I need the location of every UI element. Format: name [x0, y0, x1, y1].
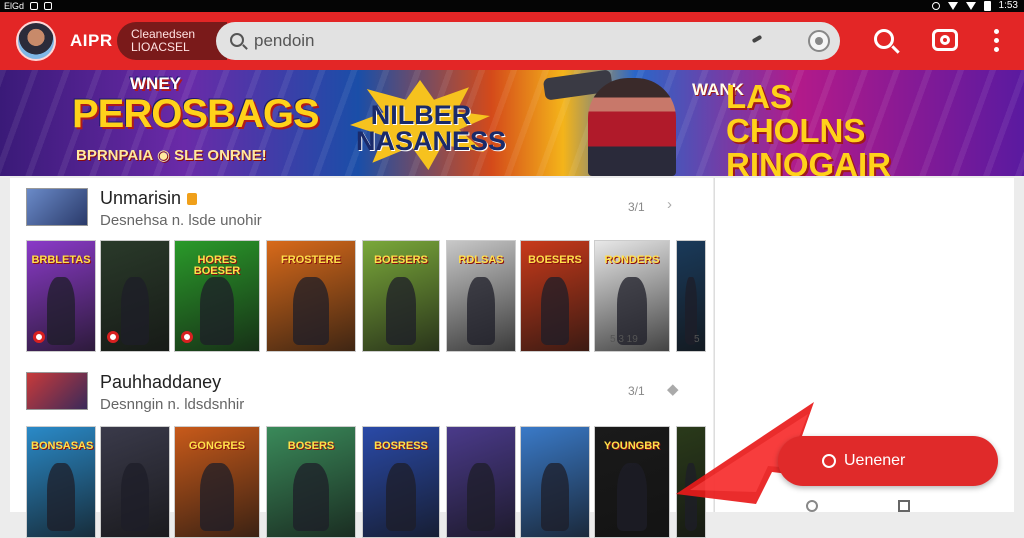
- nav-home-icon[interactable]: [898, 500, 910, 512]
- game-character-art: [293, 462, 329, 531]
- message-icon: [44, 2, 53, 10]
- banner-hero-art: [588, 78, 676, 176]
- game-character-art: [467, 276, 495, 345]
- voice-search-icon[interactable]: [751, 34, 763, 44]
- game-tile-title: FROSTERE: [281, 254, 341, 266]
- status-app-label: ElGd: [4, 1, 25, 11]
- game-character-art: [385, 462, 417, 531]
- chevron-right-icon[interactable]: ◆: [667, 380, 679, 398]
- game-tile-title: BOSRESS: [374, 440, 428, 452]
- game-character-art: [541, 462, 569, 531]
- section-title[interactable]: Unmarisin: [100, 188, 198, 209]
- search-input[interactable]: [254, 30, 734, 52]
- status-time: 1:53: [998, 0, 1018, 11]
- search-icon[interactable]: [874, 29, 894, 49]
- game-character-art: [385, 276, 417, 345]
- game-tile-title: RDLSAS: [458, 254, 504, 266]
- game-tile[interactable]: [100, 240, 170, 352]
- alarm-icon: [931, 2, 940, 10]
- game-tile[interactable]: BOSERS: [266, 426, 356, 538]
- game-tile-title: HORES BOESER: [193, 254, 241, 277]
- game-character-art: [47, 276, 75, 345]
- game-tile-title: YOUNGBR: [603, 440, 661, 452]
- more-vert-icon[interactable]: [994, 29, 1000, 53]
- game-character-art: [617, 462, 647, 531]
- chevron-right-icon[interactable]: ›: [667, 196, 672, 213]
- section-count: 3/1: [628, 200, 645, 214]
- game-tile[interactable]: BRBLETAS: [26, 240, 96, 352]
- banner-left-pre: WNEY: [130, 74, 181, 93]
- floating-button-label: Uenener: [844, 452, 906, 469]
- game-character-art: [200, 462, 234, 531]
- wifi-icon: [947, 2, 958, 10]
- rating-icon: [107, 331, 119, 343]
- game-character-art: [467, 462, 495, 531]
- game-tile[interactable]: YOUNGBR: [594, 426, 670, 538]
- camera-icon[interactable]: [932, 29, 958, 51]
- badge-icon: [187, 193, 198, 206]
- floating-search-button[interactable]: Uenener: [778, 436, 998, 486]
- nav-back-icon[interactable]: [806, 500, 818, 512]
- account-switcher[interactable]: Cleanedsen LIOACSEL: [117, 22, 227, 60]
- signal-icon: [965, 2, 976, 10]
- banner-left-subtitle: BPRNPAIA ◉ SLE ONRNE!: [76, 147, 267, 164]
- game-tile-title: RONDERS: [604, 254, 660, 266]
- section-title[interactable]: Pauhhaddaney: [100, 372, 221, 393]
- search-icon: [822, 454, 836, 468]
- app-name: AIPR: [70, 31, 113, 50]
- game-tile[interactable]: BONSASAS: [26, 426, 96, 538]
- game-tile-title: GONGRES: [188, 440, 246, 452]
- account-label: Cleanedsen LIOACSEL: [131, 27, 196, 54]
- game-tile[interactable]: [520, 426, 590, 538]
- banner-left-title: PEROSBAGS: [72, 92, 320, 136]
- game-tile-title: BONSASAS: [31, 440, 94, 452]
- lens-icon[interactable]: [808, 30, 830, 52]
- tile-meta: 5 3 19: [610, 334, 638, 345]
- section-thumbnail: [26, 188, 88, 226]
- search-icon: [230, 33, 244, 47]
- content-card: Unmarisin Desnehsa n. lsde unohir 3/1 › …: [10, 178, 713, 538]
- game-tile[interactable]: [100, 426, 170, 538]
- game-tile[interactable]: BOSRESS: [362, 426, 440, 538]
- notification-icon: [30, 2, 39, 10]
- game-tile[interactable]: GONGRES: [174, 426, 260, 538]
- rating-icon: [181, 331, 193, 343]
- game-character-art: [47, 462, 75, 531]
- section-thumbnail: [26, 372, 88, 410]
- game-tile[interactable]: [676, 240, 706, 352]
- game-character-art: [121, 276, 149, 345]
- game-tile-title: BRBLETAS: [31, 254, 91, 266]
- game-character-art: [121, 462, 149, 531]
- search-bar[interactable]: [216, 22, 840, 60]
- game-tile[interactable]: HORES BOESER: [174, 240, 260, 352]
- game-tile-title: BOESERS: [374, 254, 428, 266]
- app-bar: AIPR Cleanedsen LIOACSEL: [0, 12, 1024, 70]
- section-count: 3/1: [628, 384, 645, 398]
- game-tile[interactable]: BOESERS: [362, 240, 440, 352]
- battery-icon: [983, 1, 991, 11]
- game-character-art: [293, 276, 329, 345]
- game-character-art: [541, 276, 569, 345]
- game-tile-title: BOSERS: [287, 440, 335, 452]
- status-bar: ElGd 1:53: [0, 0, 1024, 12]
- game-tile-title: BOESERS: [528, 254, 582, 266]
- game-tile[interactable]: [446, 426, 516, 538]
- game-tile[interactable]: BOESERS: [520, 240, 590, 352]
- promo-banner[interactable]: WNEY PEROSBAGS BPRNPAIA ◉ SLE ONRNE! NIL…: [0, 70, 1024, 176]
- section-subtitle: Desnngin n. ldsdsnhir: [100, 396, 245, 413]
- game-character-art: [200, 276, 234, 345]
- tile-meta: 5: [694, 334, 700, 345]
- section-subtitle: Desnehsa n. lsde unohir: [100, 212, 262, 229]
- banner-right-title: LAS CHOLNS RINOGAIR: [726, 78, 891, 177]
- banner-center-title: NILBER NASANESS: [356, 100, 507, 156]
- game-tile[interactable]: FROSTERE: [266, 240, 356, 352]
- avatar[interactable]: [16, 21, 56, 61]
- game-tile[interactable]: RDLSAS: [446, 240, 516, 352]
- rating-icon: [33, 331, 45, 343]
